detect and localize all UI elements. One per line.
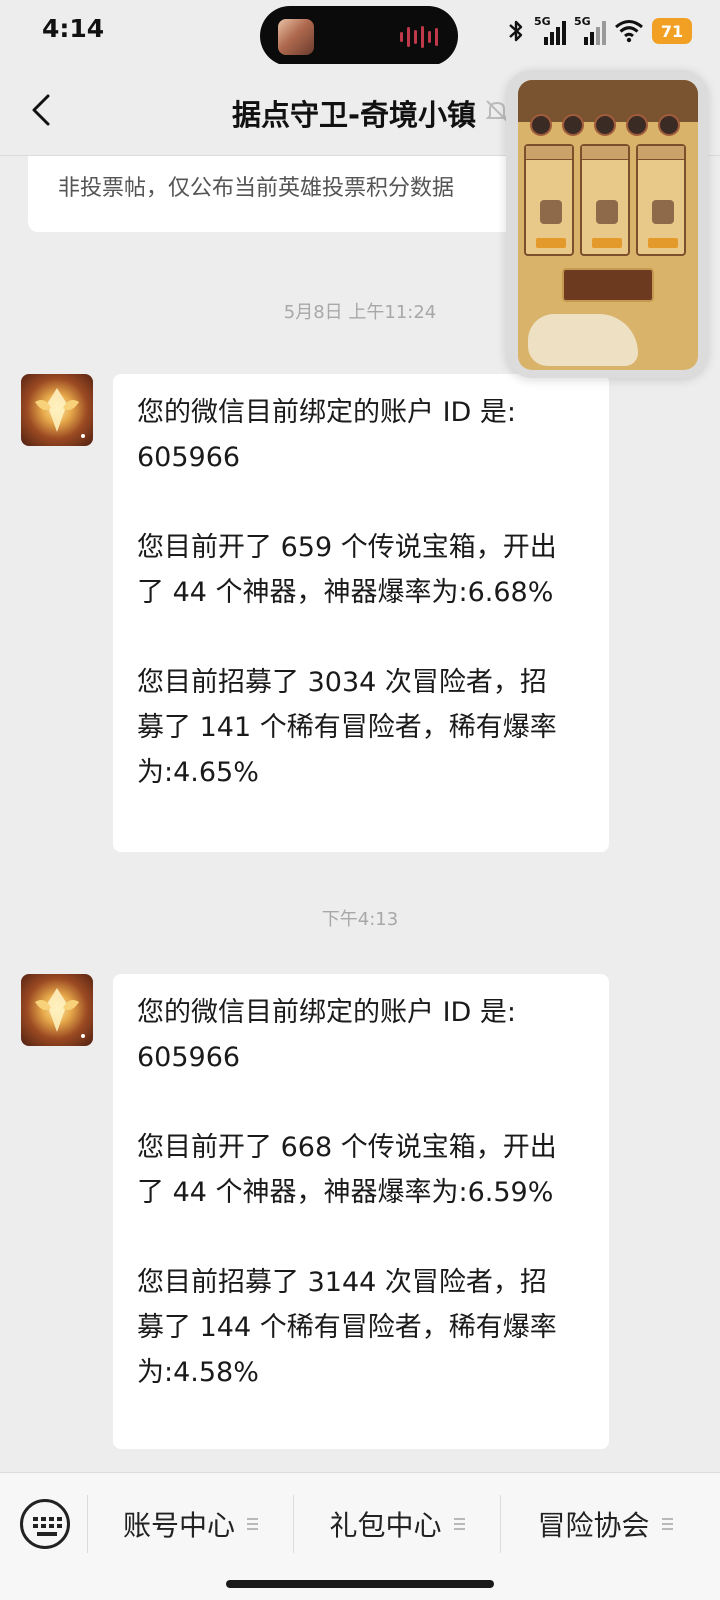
submenu-icon xyxy=(247,1515,258,1533)
official-account-avatar[interactable] xyxy=(21,374,93,446)
submenu-icon xyxy=(661,1515,673,1533)
dynamic-island[interactable] xyxy=(260,6,458,66)
previous-message-card[interactable]: 非投票帖，仅公布当前英雄投票积分数据 xyxy=(28,156,584,232)
menu-label: 冒险协会 xyxy=(537,1509,650,1542)
wifi-icon xyxy=(615,20,643,43)
game-banner xyxy=(562,268,654,302)
hero-portrait-icon xyxy=(594,114,616,136)
battery-indicator: 71 xyxy=(652,18,692,44)
status-indicators: 5G 5G 71 xyxy=(506,14,692,48)
game-preview xyxy=(518,80,698,370)
game-card xyxy=(524,144,574,256)
menu-gift-center[interactable]: 礼包中心 xyxy=(294,1489,500,1559)
bluetooth-icon xyxy=(509,20,523,42)
home-indicator[interactable] xyxy=(226,1580,494,1588)
official-account-avatar[interactable] xyxy=(21,974,93,1046)
audio-wave-icon xyxy=(400,26,438,48)
message-paragraph: 您目前招募了 3144 次冒险者，招 募了 144 个稀有冒险者，稀有爆率 为:… xyxy=(137,1267,557,1388)
game-card xyxy=(636,144,686,256)
message-paragraph: 您目前开了 659 个传说宝箱，开出 了 44 个神器，神器爆率为:6.68% xyxy=(137,532,557,608)
skeleton-decoration xyxy=(528,314,638,366)
hero-portrait-icon xyxy=(530,114,552,136)
message-bubble[interactable]: 您的微信目前绑定的账户 ID 是: 605966 您目前开了 668 个传说宝箱… xyxy=(113,974,609,1449)
cellular-signal-icon: 5G xyxy=(534,15,566,45)
menu-label: 礼包中心 xyxy=(329,1509,442,1542)
message-paragraph: 您目前招募了 3034 次冒险者，招 募了 141 个稀有冒险者，稀有爆率 为:… xyxy=(137,667,557,788)
message-paragraph: 您的微信目前绑定的账户 ID 是: 605966 xyxy=(137,397,517,473)
island-app-icon xyxy=(278,19,314,55)
submenu-icon xyxy=(453,1515,465,1533)
game-card xyxy=(580,144,630,256)
message-timestamp: 下午4:13 xyxy=(321,909,399,930)
floating-game-window[interactable] xyxy=(506,70,708,378)
keyboard-icon[interactable] xyxy=(20,1499,70,1549)
menu-label: 账号中心 xyxy=(122,1509,235,1542)
cellular-signal-icon: 5G xyxy=(574,15,606,45)
emblem-icon xyxy=(35,988,85,1038)
message-paragraph: 您的微信目前绑定的账户 ID 是: 605966 xyxy=(137,997,517,1073)
status-bar: 4:14 5G 5G 71 xyxy=(0,0,720,66)
hero-portrait-icon xyxy=(562,114,584,136)
hero-portrait-icon xyxy=(626,114,648,136)
message-bubble[interactable]: 您的微信目前绑定的账户 ID 是: 605966 您目前开了 659 个传说宝箱… xyxy=(113,374,609,852)
hero-portrait-icon xyxy=(658,114,680,136)
status-time: 4:14 xyxy=(42,14,105,43)
message-paragraph: 您目前开了 668 个传说宝箱，开出 了 44 个神器，神器爆率为:6.59% xyxy=(137,1132,557,1208)
previous-message-text: 非投票帖，仅公布当前英雄投票积分数据 xyxy=(58,176,455,201)
emblem-icon xyxy=(35,388,85,438)
menu-account-center[interactable]: 账号中心 xyxy=(88,1489,293,1559)
menu-adventure-guild[interactable]: 冒险协会 xyxy=(501,1489,709,1559)
